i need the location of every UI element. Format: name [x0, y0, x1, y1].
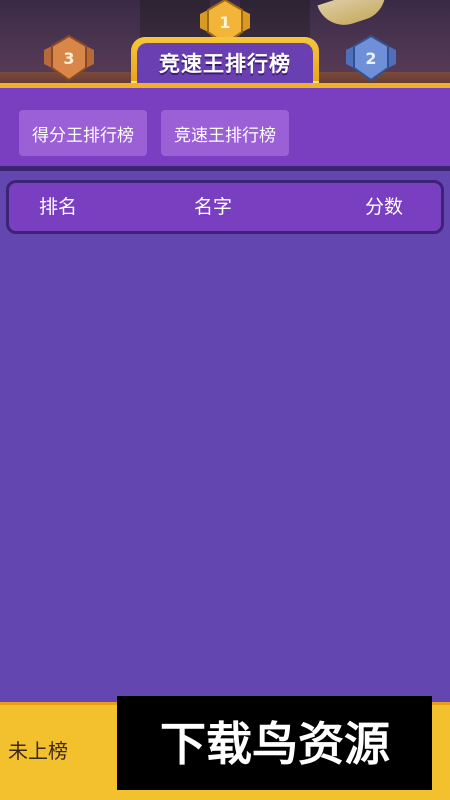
wing-decoration — [317, 0, 393, 33]
tab-score-leaderboard[interactable]: 得分王排行榜 — [19, 110, 147, 156]
table-header: 排名 名字 分数 — [6, 180, 444, 234]
leaderboard-tab-bar: 得分王排行榜 竞速王排行榜 — [0, 83, 450, 171]
watermark-logo: 下载鸟资源 — [117, 696, 432, 790]
page-title: 竞速王排行榜 — [137, 43, 313, 83]
tab-speed-leaderboard[interactable]: 竞速王排行榜 — [161, 110, 289, 156]
watermark-text: 下载鸟资源 — [160, 717, 390, 771]
medal-rank-text: 2 — [365, 49, 376, 68]
medal-rank-text: 3 — [63, 49, 74, 68]
column-header-score: 分数 — [365, 196, 404, 218]
column-header-name: 名字 — [194, 196, 233, 218]
column-header-rank: 排名 — [39, 196, 78, 218]
ranking-list[interactable] — [0, 240, 450, 702]
medal-rank-text: 1 — [219, 13, 230, 32]
title-tab: 竞速王排行榜 — [131, 37, 319, 83]
my-rank-status: 未上榜 — [8, 739, 68, 763]
medal-rank-2-icon: 2 — [342, 30, 400, 86]
medal-rank-3-icon: 3 — [40, 30, 98, 86]
